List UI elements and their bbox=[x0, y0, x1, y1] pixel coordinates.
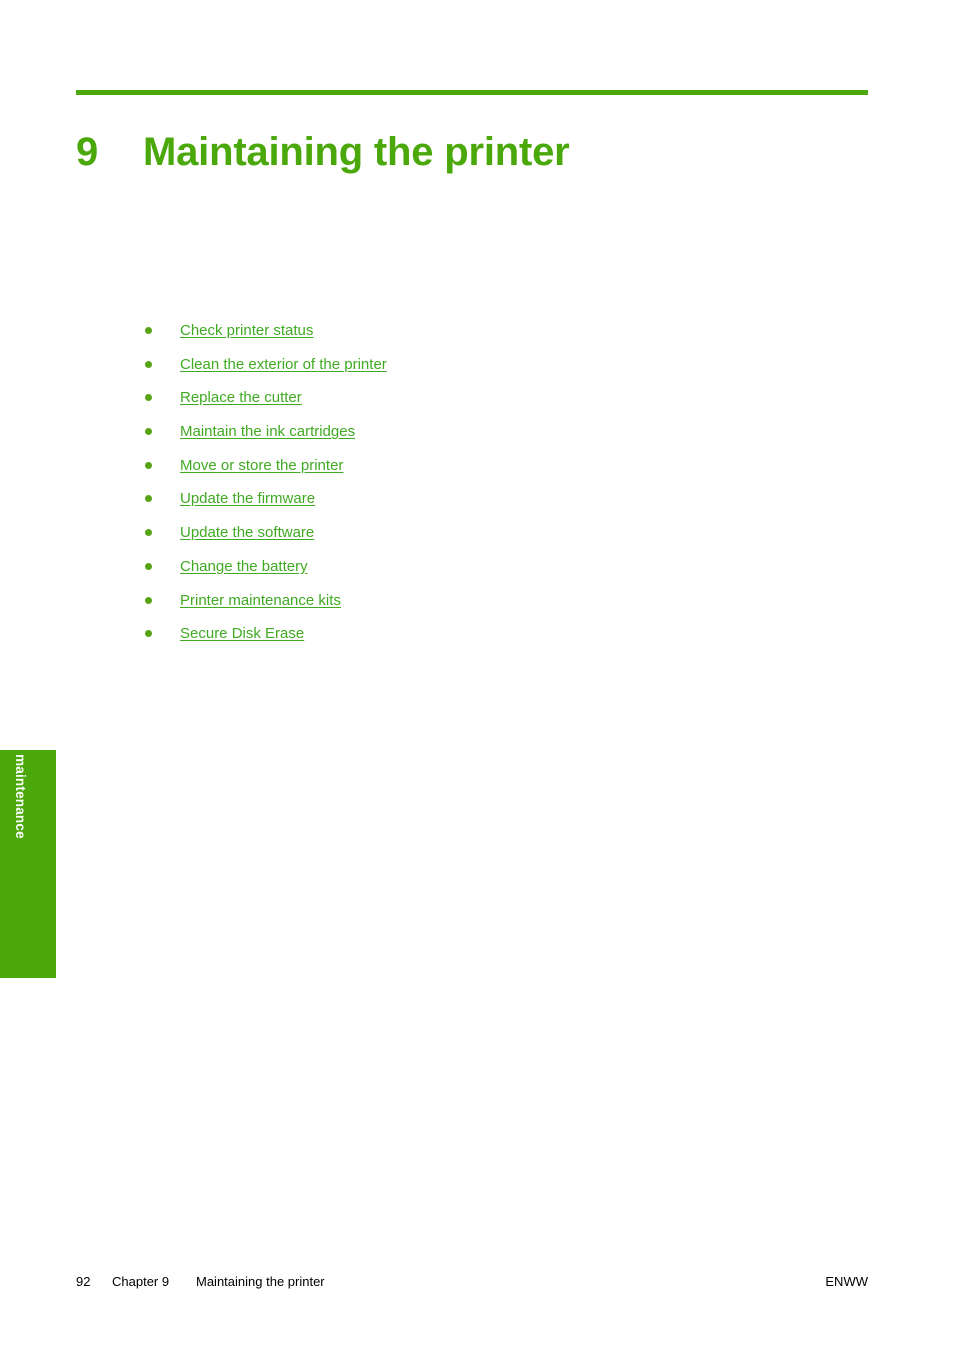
list-item[interactable]: Replace the cutter bbox=[142, 387, 842, 421]
list-item[interactable]: Move or store the printer bbox=[142, 455, 842, 489]
list-item[interactable]: Update the firmware bbox=[142, 488, 842, 522]
chapter-title: Maintaining the printer bbox=[143, 129, 570, 174]
bullet-icon bbox=[145, 327, 152, 334]
chapter-contents-list: Check printer status Clean the exterior … bbox=[142, 320, 842, 657]
page-title: 9 Maintaining the printer bbox=[76, 127, 868, 183]
bullet-icon bbox=[145, 562, 152, 570]
list-item[interactable]: Change the battery bbox=[142, 556, 842, 590]
list-item[interactable]: Update the software bbox=[142, 522, 842, 556]
bullet-icon bbox=[145, 630, 152, 638]
toc-link-secure-disk-erase[interactable]: Secure Disk Erase bbox=[180, 625, 304, 642]
footer-chapter-label: Chapter 9 bbox=[112, 1274, 170, 1289]
section-thumb-tab-label: Printer maintenance bbox=[13, 750, 28, 839]
toc-link-printer-maintenance-kits[interactable]: Printer maintenance kits bbox=[180, 592, 341, 609]
footer-chapter-title: Maintaining the printer bbox=[196, 1274, 325, 1289]
list-item[interactable]: Clean the exterior of the printer bbox=[142, 354, 842, 388]
toc-link-update-the-software[interactable]: Update the software bbox=[180, 524, 314, 541]
bullet-icon bbox=[145, 428, 152, 436]
bullet-icon bbox=[145, 394, 152, 402]
list-item[interactable]: Maintain the ink cartridges bbox=[142, 421, 842, 455]
bullet-icon bbox=[145, 529, 152, 537]
toc-link-clean-the-exterior-of-the-printer[interactable]: Clean the exterior of the printer bbox=[180, 356, 387, 373]
bullet-icon bbox=[145, 360, 152, 368]
toc-link-change-the-battery[interactable]: Change the battery bbox=[180, 558, 308, 575]
page-footer: 92 Chapter 9 Maintaining the printer ENWW bbox=[76, 1272, 868, 1292]
footer-locale-code: ENWW bbox=[825, 1274, 868, 1289]
document-page: 9 Maintaining the printer Check printer s… bbox=[0, 0, 954, 1350]
chapter-header-rule bbox=[76, 90, 868, 95]
bullet-icon bbox=[145, 596, 152, 604]
chapter-number: 9 bbox=[76, 129, 99, 174]
toc-link-replace-the-cutter[interactable]: Replace the cutter bbox=[180, 389, 302, 406]
section-thumb-tab: Printer maintenance bbox=[0, 750, 56, 978]
list-item[interactable]: Printer maintenance kits bbox=[142, 590, 842, 624]
toc-link-maintain-the-ink-cartridges[interactable]: Maintain the ink cartridges bbox=[180, 423, 355, 440]
toc-link-update-the-firmware[interactable]: Update the firmware bbox=[180, 490, 315, 507]
list-item[interactable]: Secure Disk Erase bbox=[142, 623, 842, 657]
bullet-icon bbox=[145, 495, 152, 503]
toc-link-move-or-store-the-printer[interactable]: Move or store the printer bbox=[180, 457, 343, 474]
footer-page-number: 92 bbox=[76, 1274, 91, 1289]
footer-left-group: 92 Chapter 9 Maintaining the printer bbox=[76, 1272, 325, 1292]
bullet-icon bbox=[145, 461, 152, 469]
toc-link-check-printer-status[interactable]: Check printer status bbox=[180, 322, 313, 339]
list-item[interactable]: Check printer status bbox=[142, 320, 842, 354]
